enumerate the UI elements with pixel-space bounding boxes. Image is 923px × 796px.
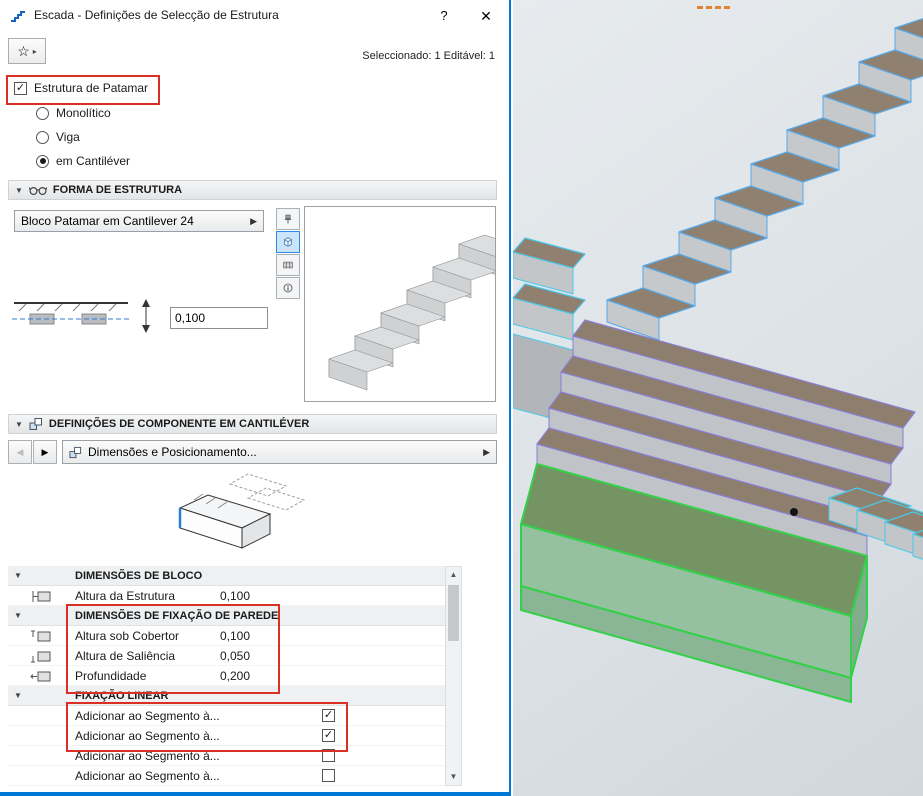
cube-3d-icon bbox=[283, 235, 293, 249]
next-page-button[interactable]: ▶ bbox=[33, 440, 57, 464]
param-value[interactable]: 0,100 bbox=[220, 629, 250, 643]
param-row-profundidade[interactable]: Profundidade 0,200 bbox=[8, 666, 445, 686]
offset-value-input[interactable] bbox=[170, 307, 268, 329]
structure-profile-dropdown[interactable]: Bloco Patamar em Cantilever 24 ▶ bbox=[14, 210, 264, 232]
favorites-button[interactable]: ☆ ▸ bbox=[8, 38, 46, 64]
animation-button[interactable] bbox=[276, 254, 300, 276]
radio-viga[interactable]: Viga bbox=[36, 128, 80, 146]
group-row-dimensoes-de-bloco[interactable]: ▼ DIMENSÕES DE BLOCO bbox=[8, 566, 445, 586]
check-row-adicionar-segmento-1[interactable]: Adicionar ao Segmento à... ✓ bbox=[8, 706, 445, 726]
preview-3d-button[interactable] bbox=[276, 231, 300, 253]
structure-preview bbox=[304, 206, 496, 402]
offset-dimension-icon bbox=[10, 296, 162, 334]
structure-height-icon bbox=[30, 590, 52, 606]
radio-dot-selected bbox=[36, 155, 49, 168]
radio-monolitico[interactable]: Monolítico bbox=[36, 104, 111, 122]
component-diagram bbox=[150, 468, 326, 562]
dialog-title: Escada - Definições de Selecção de Estru… bbox=[34, 8, 279, 22]
row-checkbox[interactable]: ✓ bbox=[322, 729, 335, 742]
radio-em-cantilever[interactable]: em Cantiléver bbox=[36, 152, 130, 170]
pin-view-button[interactable] bbox=[276, 208, 300, 230]
collapse-icon[interactable]: ▼ bbox=[14, 692, 22, 700]
glasses-icon bbox=[29, 185, 47, 196]
param-value[interactable]: 0,050 bbox=[220, 649, 250, 663]
scrollbar-thumb[interactable] bbox=[448, 585, 459, 641]
param-row-altura-da-estrutura[interactable]: Altura da Estrutura 0,100 bbox=[8, 586, 445, 606]
row-checkbox[interactable] bbox=[322, 749, 335, 762]
param-value[interactable]: 0,200 bbox=[220, 669, 250, 683]
help-button[interactable]: ? bbox=[427, 0, 461, 30]
landing-structure-checkbox-row[interactable]: ✓ Estrutura de Patamar bbox=[14, 81, 148, 95]
param-value[interactable]: 0,100 bbox=[220, 589, 250, 603]
star-icon: ☆ bbox=[17, 44, 30, 58]
title-bar[interactable]: Escada - Definições de Selecção de Estru… bbox=[0, 0, 509, 30]
param-row-altura-de-saliencia[interactable]: Altura de Saliência 0,050 bbox=[8, 646, 445, 666]
check-row-adicionar-segmento-4[interactable]: Adicionar ao Segmento à... bbox=[8, 766, 445, 786]
page-icon bbox=[69, 446, 82, 459]
prev-arrow-icon: ◀ bbox=[17, 447, 24, 458]
prev-page-button[interactable]: ◀ bbox=[8, 440, 32, 464]
landing-structure-label: Estrutura de Patamar bbox=[34, 81, 148, 95]
selection-status: Seleccionado: 1 Editável: 1 bbox=[362, 50, 495, 62]
settings-page-dropdown[interactable]: Dimensões e Posicionamento... ▶ bbox=[62, 440, 497, 464]
close-button[interactable]: ✕ bbox=[469, 0, 503, 30]
group-row-fixacao-linear[interactable]: ▼ FIXAÇÃO LINEAR bbox=[8, 686, 445, 706]
component-icon bbox=[29, 417, 43, 431]
collapse-icon[interactable]: ▼ bbox=[15, 420, 23, 429]
section-title: DEFINIÇÕES DE COMPONENTE EM CANTILÉVER bbox=[49, 418, 309, 430]
collapse-icon[interactable]: ▼ bbox=[15, 186, 23, 195]
parameter-table: ▼ DIMENSÕES DE BLOCO Altura da Estrutura… bbox=[8, 566, 445, 786]
depth-icon bbox=[30, 670, 52, 686]
top-height-icon bbox=[30, 630, 52, 646]
collapse-icon[interactable]: ▼ bbox=[14, 572, 22, 580]
3d-viewport[interactable] bbox=[513, 0, 923, 796]
pin-icon bbox=[283, 212, 293, 226]
info-button[interactable] bbox=[276, 277, 300, 299]
structure-preview-image bbox=[305, 207, 495, 401]
section-title: FORMA DE ESTRUTURA bbox=[53, 184, 182, 196]
group-row-dimensoes-fixacao-parede[interactable]: ▼ DIMENSÕES DE FIXAÇÃO DE PAREDE bbox=[8, 606, 445, 626]
film-icon bbox=[283, 258, 293, 272]
collapse-icon[interactable]: ▼ bbox=[14, 612, 22, 620]
table-scrollbar[interactable]: ▲ ▼ bbox=[445, 566, 462, 786]
info-icon bbox=[283, 281, 293, 295]
stair-structure-settings-dialog: Escada - Definições de Selecção de Estru… bbox=[0, 0, 511, 796]
scroll-down-icon[interactable]: ▼ bbox=[446, 769, 461, 785]
radio-dot bbox=[36, 131, 49, 144]
ledge-height-icon bbox=[30, 650, 52, 666]
dropdown-arrow-icon: ▶ bbox=[483, 447, 490, 458]
stair-3d-model bbox=[513, 0, 923, 796]
stair-app-icon bbox=[10, 7, 26, 23]
next-arrow-icon: ▶ bbox=[42, 447, 49, 458]
param-row-altura-sob-cobertor[interactable]: Altura sob Cobertor 0,100 bbox=[8, 626, 445, 646]
row-checkbox[interactable] bbox=[322, 769, 335, 782]
section-header-componente-cantilever[interactable]: ▼ DEFINIÇÕES DE COMPONENTE EM CANTILÉVER bbox=[8, 414, 497, 434]
check-row-adicionar-segmento-3[interactable]: Adicionar ao Segmento à... bbox=[8, 746, 445, 766]
radio-dot bbox=[36, 107, 49, 120]
landing-structure-checkbox[interactable]: ✓ bbox=[14, 82, 27, 95]
section-header-forma-de-estrutura[interactable]: ▼ FORMA DE ESTRUTURA bbox=[8, 180, 497, 200]
scroll-up-icon[interactable]: ▲ bbox=[446, 567, 461, 583]
row-checkbox[interactable]: ✓ bbox=[322, 709, 335, 722]
dropdown-arrow-icon: ▶ bbox=[250, 216, 257, 227]
check-row-adicionar-segmento-2[interactable]: Adicionar ao Segmento à... ✓ bbox=[8, 726, 445, 746]
flyout-arrow-icon: ▸ bbox=[33, 47, 37, 56]
